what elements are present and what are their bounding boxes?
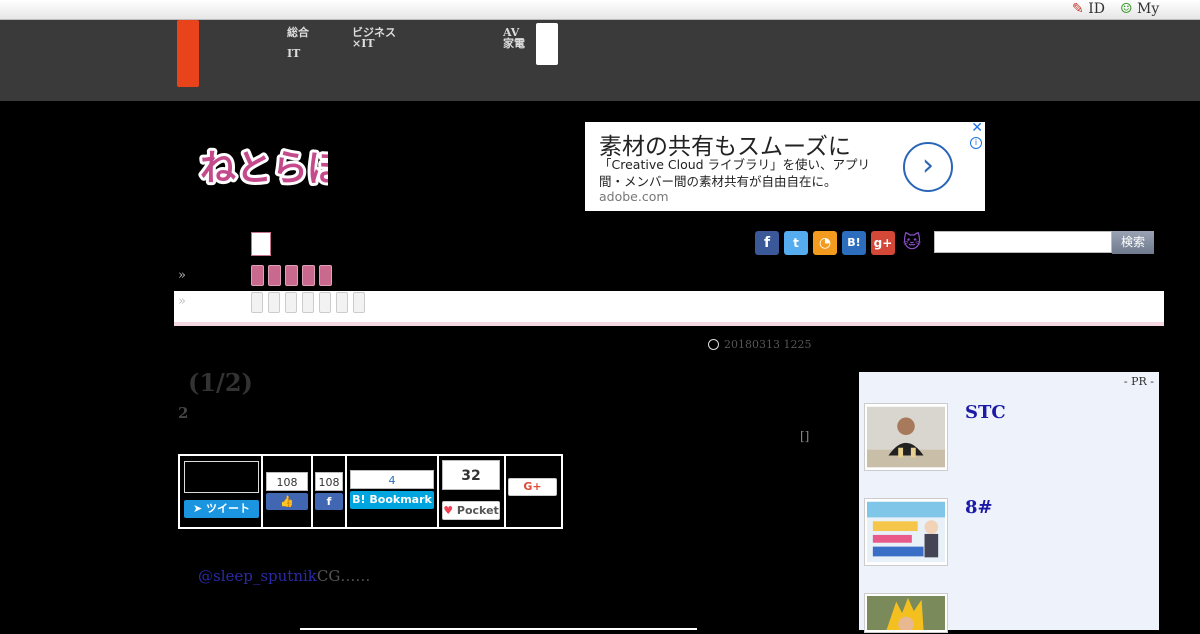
- my-link[interactable]: ☺ My: [1120, 1, 1159, 17]
- facebook-share-button[interactable]: f: [315, 493, 343, 510]
- pocket-button[interactable]: ♥ Pocket: [442, 501, 500, 520]
- twitter-mention-link[interactable]: @sleep_sputnik: [198, 567, 317, 585]
- close-icon[interactable]: ✕: [971, 120, 983, 136]
- chevron-right-icon[interactable]: ›: [903, 142, 953, 192]
- raquo: »: [178, 294, 186, 309]
- nav-item-label: IT: [287, 47, 301, 60]
- user-icon: ☺: [1120, 1, 1133, 17]
- category-tab[interactable]: [251, 265, 264, 286]
- pr-image-person: [867, 406, 945, 468]
- article-title: (1/2): [188, 368, 253, 397]
- thumbs-up-icon: 👍: [280, 495, 294, 508]
- pr-image-illustration: [867, 501, 945, 563]
- ad-domain: adobe.com: [599, 189, 669, 204]
- article-body: @sleep_sputnikCG……: [198, 567, 370, 585]
- top-utility-bar: ✎ ID ☺ My: [0, 0, 1200, 20]
- pr-thumbnail[interactable]: [864, 593, 948, 633]
- subcategory-tab[interactable]: [268, 292, 280, 313]
- cat-icon[interactable]: 🐱: [900, 231, 924, 255]
- ad-body: 「Creative Cloud ライブラリ」を使い、アプリ間・メンバー間の素材共…: [599, 157, 871, 189]
- tweet-button-label: ツイート: [206, 502, 251, 515]
- logo-text: ねとらぼ: [200, 148, 328, 189]
- global-nav: 総合 IT ビジネス ×IT AV 家電: [0, 20, 1200, 101]
- twitter-bird-icon: ➤: [192, 502, 203, 515]
- article-subtitle: 2: [178, 404, 189, 422]
- subcategory-tab[interactable]: [319, 292, 331, 313]
- id-link[interactable]: ✎ ID: [1072, 1, 1105, 17]
- google-plus-icon[interactable]: g+: [871, 231, 895, 255]
- search-input[interactable]: [934, 231, 1112, 253]
- pr-thumbnail[interactable]: [864, 403, 948, 471]
- tweet-button[interactable]: ➤ ツイート: [184, 500, 259, 518]
- ad-banner[interactable]: 素材の共有もスムーズに 「Creative Cloud ライブラリ」を使い、アプ…: [585, 120, 985, 211]
- tweet-count-box: [184, 461, 259, 493]
- google-plus-share-button[interactable]: G+: [508, 478, 557, 496]
- hatena-icon[interactable]: B!: [842, 231, 866, 255]
- share-divider: [437, 454, 439, 529]
- pocket-icon: ♥: [443, 504, 454, 517]
- info-icon[interactable]: i: [970, 137, 982, 149]
- author-bracket: []: [800, 429, 810, 443]
- pr-item-title[interactable]: 8#: [965, 497, 993, 518]
- share-divider: [345, 454, 347, 529]
- nav-item-general[interactable]: 総合 IT: [287, 27, 309, 59]
- nav-item-label: 家電: [503, 37, 525, 50]
- pocket-count: 32: [442, 460, 500, 490]
- bookmark-count: 4: [350, 470, 434, 489]
- id-link-label: ID: [1088, 1, 1105, 17]
- share-divider: [311, 454, 313, 529]
- facebook-icon: f: [326, 495, 332, 508]
- nav-item-label: 総合: [287, 26, 309, 39]
- clock-icon: [708, 339, 719, 350]
- bookmark-label: Bookmark: [369, 493, 432, 506]
- category-tab[interactable]: [268, 265, 281, 286]
- raquo: »: [178, 268, 186, 283]
- nav-brand-logo[interactable]: [177, 20, 199, 87]
- like-button[interactable]: 👍: [266, 493, 308, 510]
- facebook-icon[interactable]: f: [755, 231, 779, 255]
- share-divider: [261, 454, 263, 529]
- category-tab[interactable]: [319, 265, 332, 286]
- body-text: CG……: [316, 567, 371, 585]
- pr-label: - PR -: [1123, 375, 1154, 388]
- pr-sidebar: - PR - STC 8#: [859, 372, 1159, 633]
- pr-item-title[interactable]: STC: [965, 402, 1006, 423]
- subcategory-tab[interactable]: [302, 292, 314, 313]
- share-divider: [504, 454, 506, 529]
- nav-item-label: ×IT: [352, 37, 375, 50]
- like-count: 108: [266, 472, 308, 491]
- category-tab[interactable]: [285, 265, 298, 286]
- nav-item-av[interactable]: AV 家電: [503, 27, 525, 49]
- pencil-icon: ✎: [1072, 1, 1084, 17]
- facebook-share-count: 108: [315, 472, 343, 491]
- nav-menu-box[interactable]: [536, 23, 558, 65]
- subcategory-tab[interactable]: [251, 292, 263, 313]
- pr-thumbnail[interactable]: [864, 498, 948, 566]
- subcategory-tab[interactable]: [336, 292, 348, 313]
- publish-date: 20180313 1225: [724, 338, 812, 351]
- my-link-label: My: [1137, 1, 1160, 17]
- rss-icon[interactable]: ◔: [813, 231, 837, 255]
- category-tab[interactable]: [302, 265, 315, 286]
- subcategory-tab[interactable]: [353, 292, 365, 313]
- pocket-label: Pocket: [456, 504, 499, 517]
- hatena-icon: B!: [352, 493, 366, 506]
- hatena-bookmark-button[interactable]: B! Bookmark: [350, 491, 434, 509]
- subcategory-tab[interactable]: [285, 292, 297, 313]
- pr-image-anime: [867, 596, 945, 632]
- nav-item-business[interactable]: ビジネス ×IT: [352, 27, 396, 49]
- menu-square[interactable]: [251, 232, 271, 256]
- search-button[interactable]: 検索: [1112, 231, 1154, 254]
- twitter-icon[interactable]: t: [784, 231, 808, 255]
- site-logo[interactable]: ねとらぼ ねとらぼ: [197, 140, 347, 196]
